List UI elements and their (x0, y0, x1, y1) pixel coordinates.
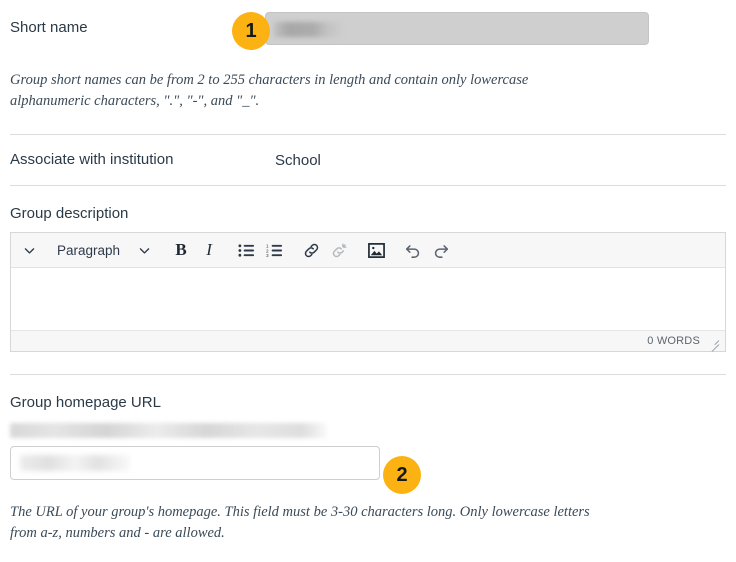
word-count-label: 0 WORDS (647, 335, 700, 348)
chevron-down-icon[interactable] (130, 236, 158, 264)
chevron-down-icon[interactable] (15, 236, 43, 264)
editor-toolbar: Paragraph B I 1 2 3 (11, 233, 725, 269)
short-name-redacted-value (274, 21, 342, 37)
redo-button[interactable] (427, 236, 455, 264)
url-value-redacted (20, 455, 130, 472)
group-homepage-url-label: Group homepage URL (10, 394, 161, 412)
italic-button[interactable]: I (195, 236, 223, 264)
description-textarea[interactable] (11, 268, 725, 331)
bullet-list-button[interactable] (232, 236, 260, 264)
annotation-badge-2: 2 (383, 456, 421, 494)
url-prefix-redacted (10, 423, 327, 439)
group-homepage-url-help-text: The URL of your group's homepage. This f… (10, 504, 590, 542)
divider-3 (10, 374, 726, 376)
institution-row: Associate with institution School (0, 135, 736, 185)
annotation-badge-1: 1 (232, 12, 270, 50)
short-name-help-text: Group short names can be from 2 to 255 c… (10, 72, 529, 110)
unlink-button[interactable] (325, 236, 353, 264)
link-button[interactable] (297, 236, 325, 264)
divider-2 (10, 185, 726, 187)
paragraph-style-select[interactable]: Paragraph (43, 243, 130, 258)
svg-text:3: 3 (266, 253, 269, 258)
numbered-list-button[interactable]: 1 2 3 (260, 236, 288, 264)
institution-value: School (275, 151, 321, 169)
institution-label: Associate with institution (10, 151, 174, 169)
group-description-label: Group description (10, 205, 129, 223)
short-name-row: Short name (0, 0, 736, 56)
short-name-label: Short name (10, 19, 88, 37)
description-editor: Paragraph B I 1 2 3 0 WORDS (10, 232, 726, 353)
editor-status-bar: 0 WORDS (11, 330, 725, 352)
short-name-input[interactable] (265, 11, 649, 45)
editor-resize-handle[interactable] (708, 336, 720, 352)
bold-button[interactable]: B (167, 236, 195, 264)
group-homepage-url-input[interactable] (10, 446, 380, 481)
group-settings-form: Short name 1 Group short names can be fr… (0, 0, 736, 562)
undo-button[interactable] (399, 236, 427, 264)
image-button[interactable] (362, 236, 390, 264)
